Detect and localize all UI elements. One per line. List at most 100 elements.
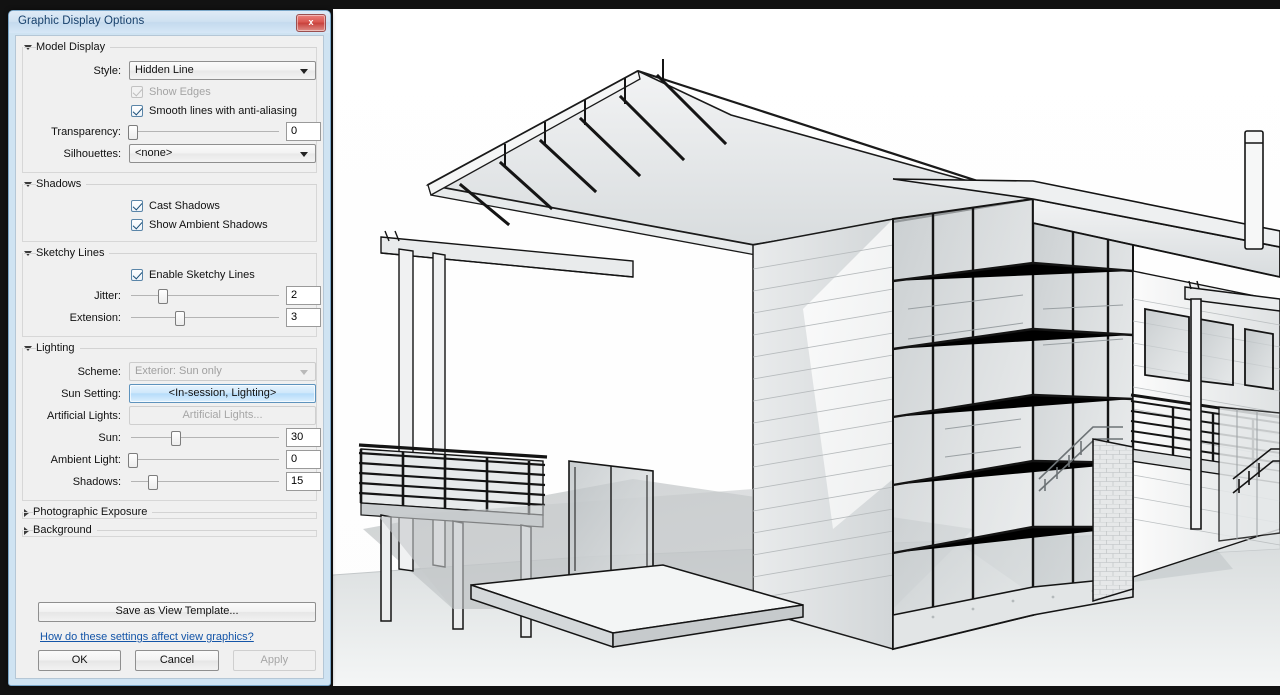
group-header-sketchy-lines[interactable]: Sketchy Lines xyxy=(24,246,317,260)
scheme-dropdown[interactable]: Exterior: Sun only xyxy=(129,362,316,381)
checkbox-icon xyxy=(131,268,143,281)
style-value: Hidden Line xyxy=(135,64,194,76)
scheme-label: Scheme: xyxy=(77,365,121,378)
cast-shadows-checkbox[interactable]: Cast Shadows xyxy=(131,196,316,215)
row-sun: Sun: 30 xyxy=(23,427,321,448)
checkbox-icon xyxy=(131,85,143,98)
sun-setting-label: Sun Setting: xyxy=(61,387,121,400)
save-as-view-template-button[interactable]: Save as View Template... xyxy=(38,602,316,622)
dialog-titlebar[interactable]: Graphic Display Options x xyxy=(9,11,330,33)
group-body-sketchy-lines: Enable Sketchy Lines Jitter: 2 Extension… xyxy=(22,253,321,337)
shadows-value[interactable]: 15 xyxy=(286,472,321,491)
silhouettes-value: <none> xyxy=(135,147,173,159)
shadows-label: Shadows: xyxy=(72,475,121,488)
extension-label: Extension: xyxy=(69,311,121,324)
row-artificial-lights: Artificial Lights: Artificial Lights... xyxy=(23,405,316,426)
dialog-body: Model Display Style: Hidden Line Show Ed… xyxy=(15,35,324,679)
slider-thumb[interactable] xyxy=(158,289,169,304)
group-label: Lighting xyxy=(36,342,80,354)
slider-thumb[interactable] xyxy=(170,431,181,446)
checkbox-icon xyxy=(131,104,143,117)
row-shadows-intensity: Shadows: 15 xyxy=(23,471,321,492)
transparency-label: Transparency: xyxy=(51,125,121,138)
sun-setting-button[interactable]: <In-session, Lighting> xyxy=(129,384,316,403)
slider-thumb[interactable] xyxy=(128,125,139,140)
show-edges-checkbox[interactable]: Show Edges xyxy=(131,82,316,101)
smooth-lines-label: Smooth lines with anti-aliasing xyxy=(149,104,297,117)
shadows-slider[interactable] xyxy=(129,472,281,491)
slider-track xyxy=(131,459,279,460)
group-header-lighting[interactable]: Lighting xyxy=(24,341,317,355)
dialog-title: Graphic Display Options xyxy=(18,15,145,27)
ok-button[interactable]: OK xyxy=(38,650,122,671)
silhouettes-dropdown[interactable]: <none> xyxy=(129,144,316,163)
jitter-value[interactable]: 2 xyxy=(286,286,321,305)
group-label: Model Display xyxy=(36,41,111,53)
group-body-shadows: Cast Shadows Show Ambient Shadows xyxy=(22,184,317,242)
row-style: Style: Hidden Line xyxy=(23,60,316,81)
scheme-value: Exterior: Sun only xyxy=(135,365,222,377)
ambient-shadows-checkbox[interactable]: Show Ambient Shadows xyxy=(131,215,316,234)
graphic-display-options-dialog: Graphic Display Options x Model Display … xyxy=(8,10,331,686)
cancel-button[interactable]: Cancel xyxy=(135,650,219,671)
slider-thumb[interactable] xyxy=(128,453,139,468)
cast-shadows-label: Cast Shadows xyxy=(149,199,220,212)
row-jitter: Jitter: 2 xyxy=(23,285,321,306)
slider-thumb[interactable] xyxy=(175,311,186,326)
ambient-shadows-label: Show Ambient Shadows xyxy=(149,218,268,231)
apply-button[interactable]: Apply xyxy=(232,650,316,671)
group-shadows: Shadows Cast Shadows Show Ambient Shadow… xyxy=(22,177,317,242)
sun-value[interactable]: 30 xyxy=(286,428,321,447)
group-label: Sketchy Lines xyxy=(36,247,110,259)
artificial-lights-button[interactable]: Artificial Lights... xyxy=(129,406,316,425)
group-label: Photographic Exposure xyxy=(33,506,153,518)
close-icon[interactable]: x xyxy=(296,14,326,32)
slider-thumb[interactable] xyxy=(147,475,158,490)
ambient-light-value[interactable]: 0 xyxy=(286,450,321,469)
screen-root: Graphic Display Options x Model Display … xyxy=(0,0,1280,695)
row-silhouettes: Silhouettes: <none> xyxy=(23,143,316,164)
group-header-shadows[interactable]: Shadows xyxy=(24,177,317,191)
group-body-model-display: Style: Hidden Line Show Edges Smooth lin… xyxy=(22,47,321,173)
help-link[interactable]: How do these settings affect view graphi… xyxy=(40,631,254,643)
ambient-light-slider[interactable] xyxy=(128,450,281,469)
style-dropdown[interactable]: Hidden Line xyxy=(129,61,316,80)
group-header-photographic-exposure[interactable]: Photographic Exposure xyxy=(24,505,317,519)
group-label: Shadows xyxy=(36,178,87,190)
group-body-lighting: Scheme: Exterior: Sun only Sun Setting: … xyxy=(22,348,321,501)
sun-slider[interactable] xyxy=(129,428,281,447)
jitter-slider[interactable] xyxy=(129,286,281,305)
group-model-display: Model Display Style: Hidden Line Show Ed… xyxy=(22,40,321,173)
transparency-slider[interactable] xyxy=(128,122,281,141)
slider-track xyxy=(131,295,279,296)
group-sketchy-lines: Sketchy Lines Enable Sketchy Lines Jitte… xyxy=(22,246,321,337)
transparency-value[interactable]: 0 xyxy=(286,122,321,141)
group-header-background[interactable]: Background xyxy=(24,523,317,537)
artificial-lights-label: Artificial Lights: xyxy=(47,409,121,422)
row-sun-setting: Sun Setting: <In-session, Lighting> xyxy=(23,383,316,404)
model-viewport[interactable] xyxy=(333,9,1280,686)
chevron-down-icon xyxy=(300,152,308,157)
slider-track xyxy=(131,317,279,318)
slider-track xyxy=(131,437,279,438)
enable-sketchy-lines-label: Enable Sketchy Lines xyxy=(149,268,255,281)
sun-label: Sun: xyxy=(98,431,121,444)
enable-sketchy-lines-checkbox[interactable]: Enable Sketchy Lines xyxy=(131,265,316,284)
group-header-model-display[interactable]: Model Display xyxy=(24,40,317,54)
chevron-down-icon xyxy=(300,370,308,375)
group-label: Background xyxy=(33,524,97,536)
slider-track xyxy=(131,131,279,132)
row-extension: Extension: 3 xyxy=(23,307,321,328)
checkbox-icon xyxy=(131,218,143,231)
row-ambient-light: Ambient Light: 0 xyxy=(23,449,321,470)
group-photographic-exposure: Photographic Exposure xyxy=(22,505,317,519)
ambient-light-label: Ambient Light: xyxy=(50,453,121,466)
smooth-lines-checkbox[interactable]: Smooth lines with anti-aliasing xyxy=(131,101,316,120)
row-scheme: Scheme: Exterior: Sun only xyxy=(23,361,316,382)
checkbox-icon xyxy=(131,199,143,212)
silhouettes-label: Silhouettes: xyxy=(63,147,121,160)
extension-value[interactable]: 3 xyxy=(286,308,321,327)
extension-slider[interactable] xyxy=(129,308,281,327)
group-background: Background xyxy=(22,523,317,537)
style-label: Style: xyxy=(93,64,121,77)
